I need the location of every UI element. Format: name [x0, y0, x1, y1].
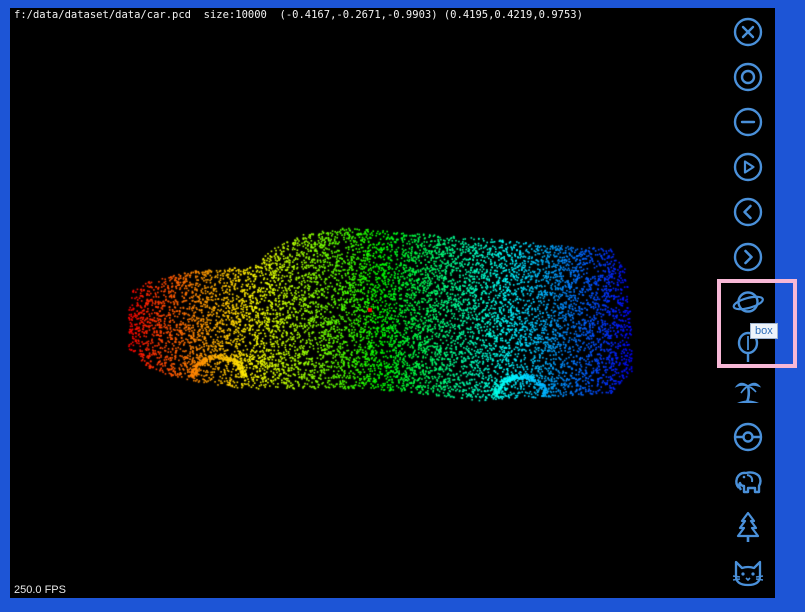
point-cloud-viewport[interactable]: f:/data/dataset/data/car.pcd size:10000 … [10, 8, 775, 598]
play-icon [733, 152, 763, 182]
previous-button[interactable] [731, 195, 765, 229]
record-button[interactable] [731, 60, 765, 94]
pokeball-button[interactable] [731, 420, 765, 454]
cat-button[interactable] [731, 555, 765, 589]
file-info-text: f:/data/dataset/data/car.pcd size:10000 … [14, 9, 583, 21]
palm-island-icon [734, 382, 762, 403]
next-button[interactable] [731, 240, 765, 274]
point-cloud-canvas[interactable] [10, 8, 775, 598]
pine-tree-icon [736, 511, 760, 542]
minus-button[interactable] [731, 105, 765, 139]
next-icon [733, 242, 763, 272]
tooltip: box [750, 323, 778, 339]
planet-button[interactable] [731, 285, 765, 319]
pokeball-icon [733, 422, 763, 452]
island-button[interactable] [731, 375, 765, 409]
elephant-button[interactable] [731, 465, 765, 499]
close-button[interactable] [731, 15, 765, 49]
planet-icon [732, 291, 764, 313]
previous-icon [733, 197, 763, 227]
close-icon [733, 17, 763, 47]
cat-icon [732, 560, 764, 587]
tree-button[interactable] [731, 510, 765, 544]
play-button[interactable] [731, 150, 765, 184]
fps-counter: 250.0 FPS [14, 584, 66, 596]
minus-icon [733, 107, 763, 137]
record-icon [733, 62, 763, 92]
elephant-icon [735, 471, 762, 494]
